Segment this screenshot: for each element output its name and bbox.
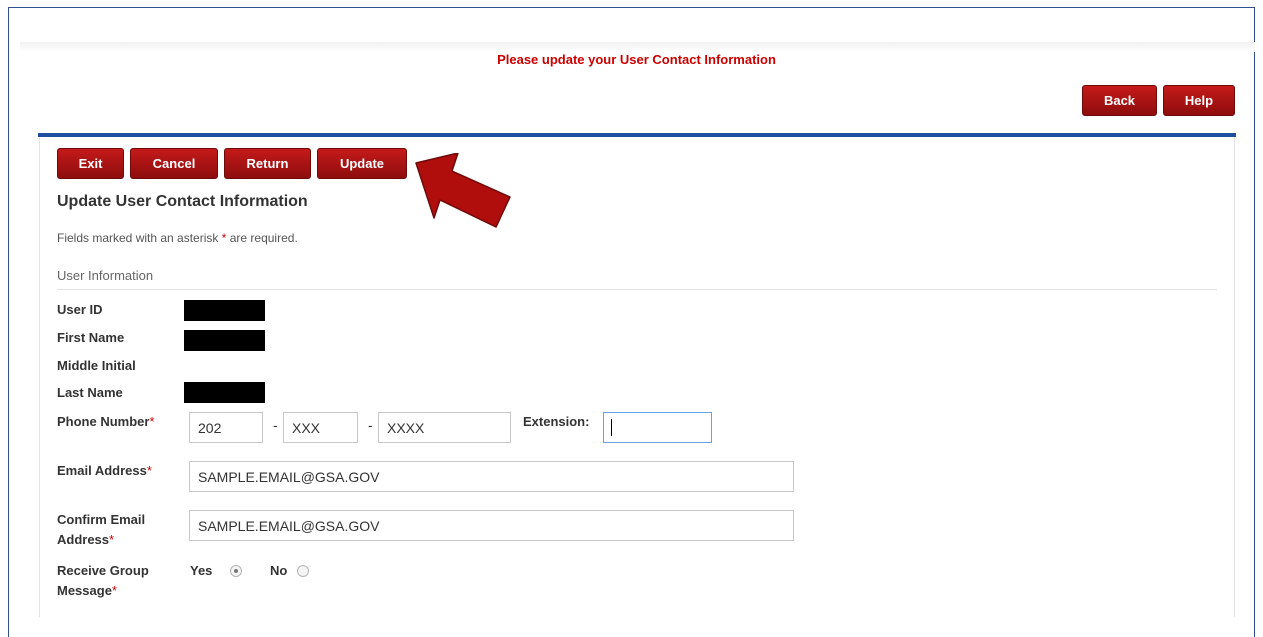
group-message-yes-radio[interactable] (230, 565, 242, 577)
extension-label: Extension: (523, 414, 590, 429)
phone-dash-1: - (273, 417, 278, 433)
confirm-email-input[interactable] (189, 510, 794, 541)
phone-area-input[interactable] (189, 412, 263, 443)
email-input[interactable] (189, 461, 794, 492)
section-heading: User Information (57, 268, 154, 283)
group-message-label: Receive Group Message* (57, 563, 149, 598)
confirm-email-label: Confirm Email Address* (57, 512, 146, 547)
return-button[interactable]: Return (224, 148, 311, 179)
callout-arrow-icon (415, 153, 511, 228)
email-label: Email Address* (57, 463, 152, 478)
update-button[interactable]: Update (317, 148, 407, 179)
last-name-redacted (184, 382, 265, 403)
user-id-redacted (184, 300, 265, 321)
first-name-redacted (184, 330, 265, 351)
back-button[interactable]: Back (1082, 85, 1157, 116)
header-strip (20, 42, 1255, 52)
phone-prefix-input[interactable] (283, 412, 358, 443)
middle-initial-label: Middle Initial (57, 358, 136, 373)
group-message-yes-label: Yes (190, 563, 213, 578)
first-name-label: First Name (57, 330, 125, 345)
exit-button[interactable]: Exit (57, 148, 124, 179)
group-message-no-radio[interactable] (297, 565, 309, 577)
cancel-button[interactable]: Cancel (130, 148, 218, 179)
page-title: Update User Contact Information (57, 193, 308, 210)
text-cursor (611, 419, 612, 436)
extension-input[interactable] (603, 412, 712, 443)
last-name-label: Last Name (57, 385, 123, 400)
section-divider (57, 289, 1217, 290)
phone-dash-2: - (368, 417, 373, 433)
phone-line-input[interactable] (378, 412, 511, 443)
phone-label: Phone Number* (57, 414, 155, 429)
user-id-label: User ID (57, 302, 103, 317)
required-note: Fields marked with an asterisk * are req… (57, 231, 298, 245)
help-button[interactable]: Help (1163, 85, 1235, 116)
update-notice: Please update your User Contact Informat… (497, 52, 776, 67)
group-message-no-label: No (270, 563, 288, 578)
